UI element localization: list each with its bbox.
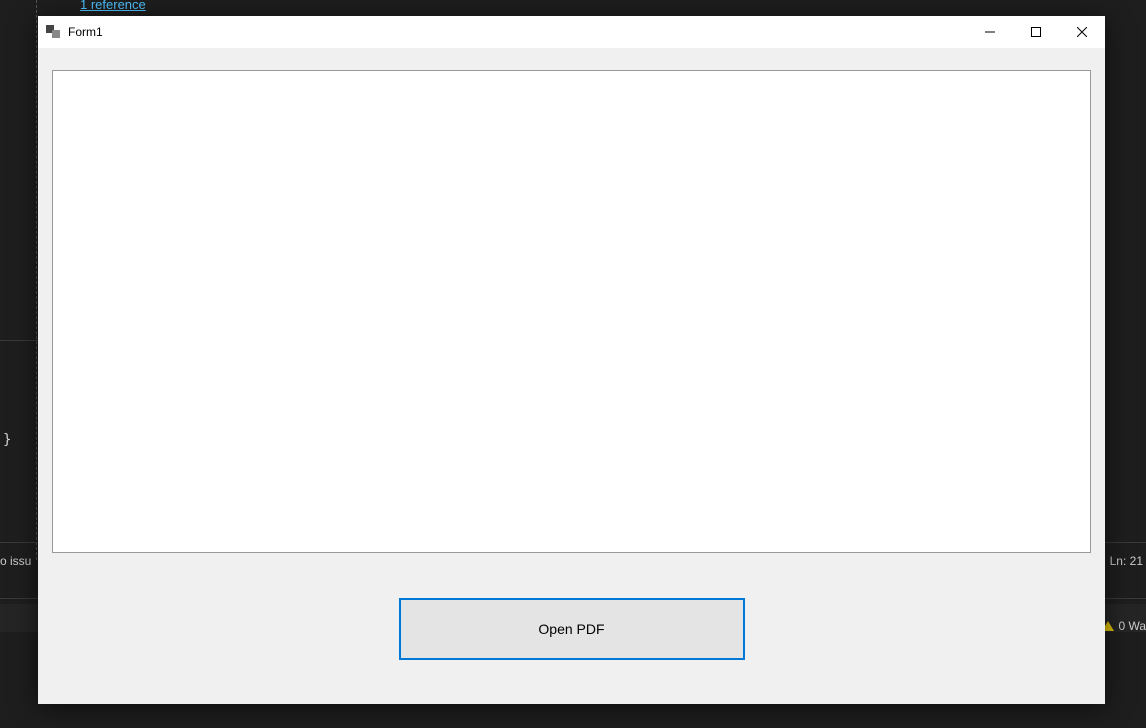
close-icon — [1077, 27, 1087, 37]
window-title: Form1 — [68, 25, 103, 39]
app-icon — [46, 24, 62, 40]
warnings-pill: 0 Wa — [1102, 614, 1146, 638]
line-indicator: Ln: 21 — [1110, 554, 1143, 568]
warnings-text: 0 Wa — [1118, 619, 1146, 633]
titlebar-left: Form1 — [46, 24, 103, 40]
reference-link[interactable]: 1 reference — [80, 0, 146, 12]
titlebar[interactable]: Form1 — [38, 16, 1105, 48]
close-button[interactable] — [1059, 16, 1105, 48]
bg-divider-1 — [0, 340, 40, 341]
code-brace: } — [3, 432, 11, 448]
maximize-icon — [1031, 27, 1041, 37]
pdf-viewer-panel[interactable] — [52, 70, 1091, 553]
editor-gutter-border — [36, 0, 37, 560]
window-controls — [967, 16, 1105, 48]
form-window: Form1 Open PDF — [38, 16, 1105, 704]
open-pdf-button[interactable]: Open PDF — [399, 598, 745, 660]
button-area: Open PDF — [52, 553, 1091, 704]
minimize-button[interactable] — [967, 16, 1013, 48]
form-body: Open PDF — [38, 48, 1105, 704]
minimize-icon — [985, 27, 995, 37]
maximize-button[interactable] — [1013, 16, 1059, 48]
issues-fragment: o issu — [0, 554, 31, 568]
